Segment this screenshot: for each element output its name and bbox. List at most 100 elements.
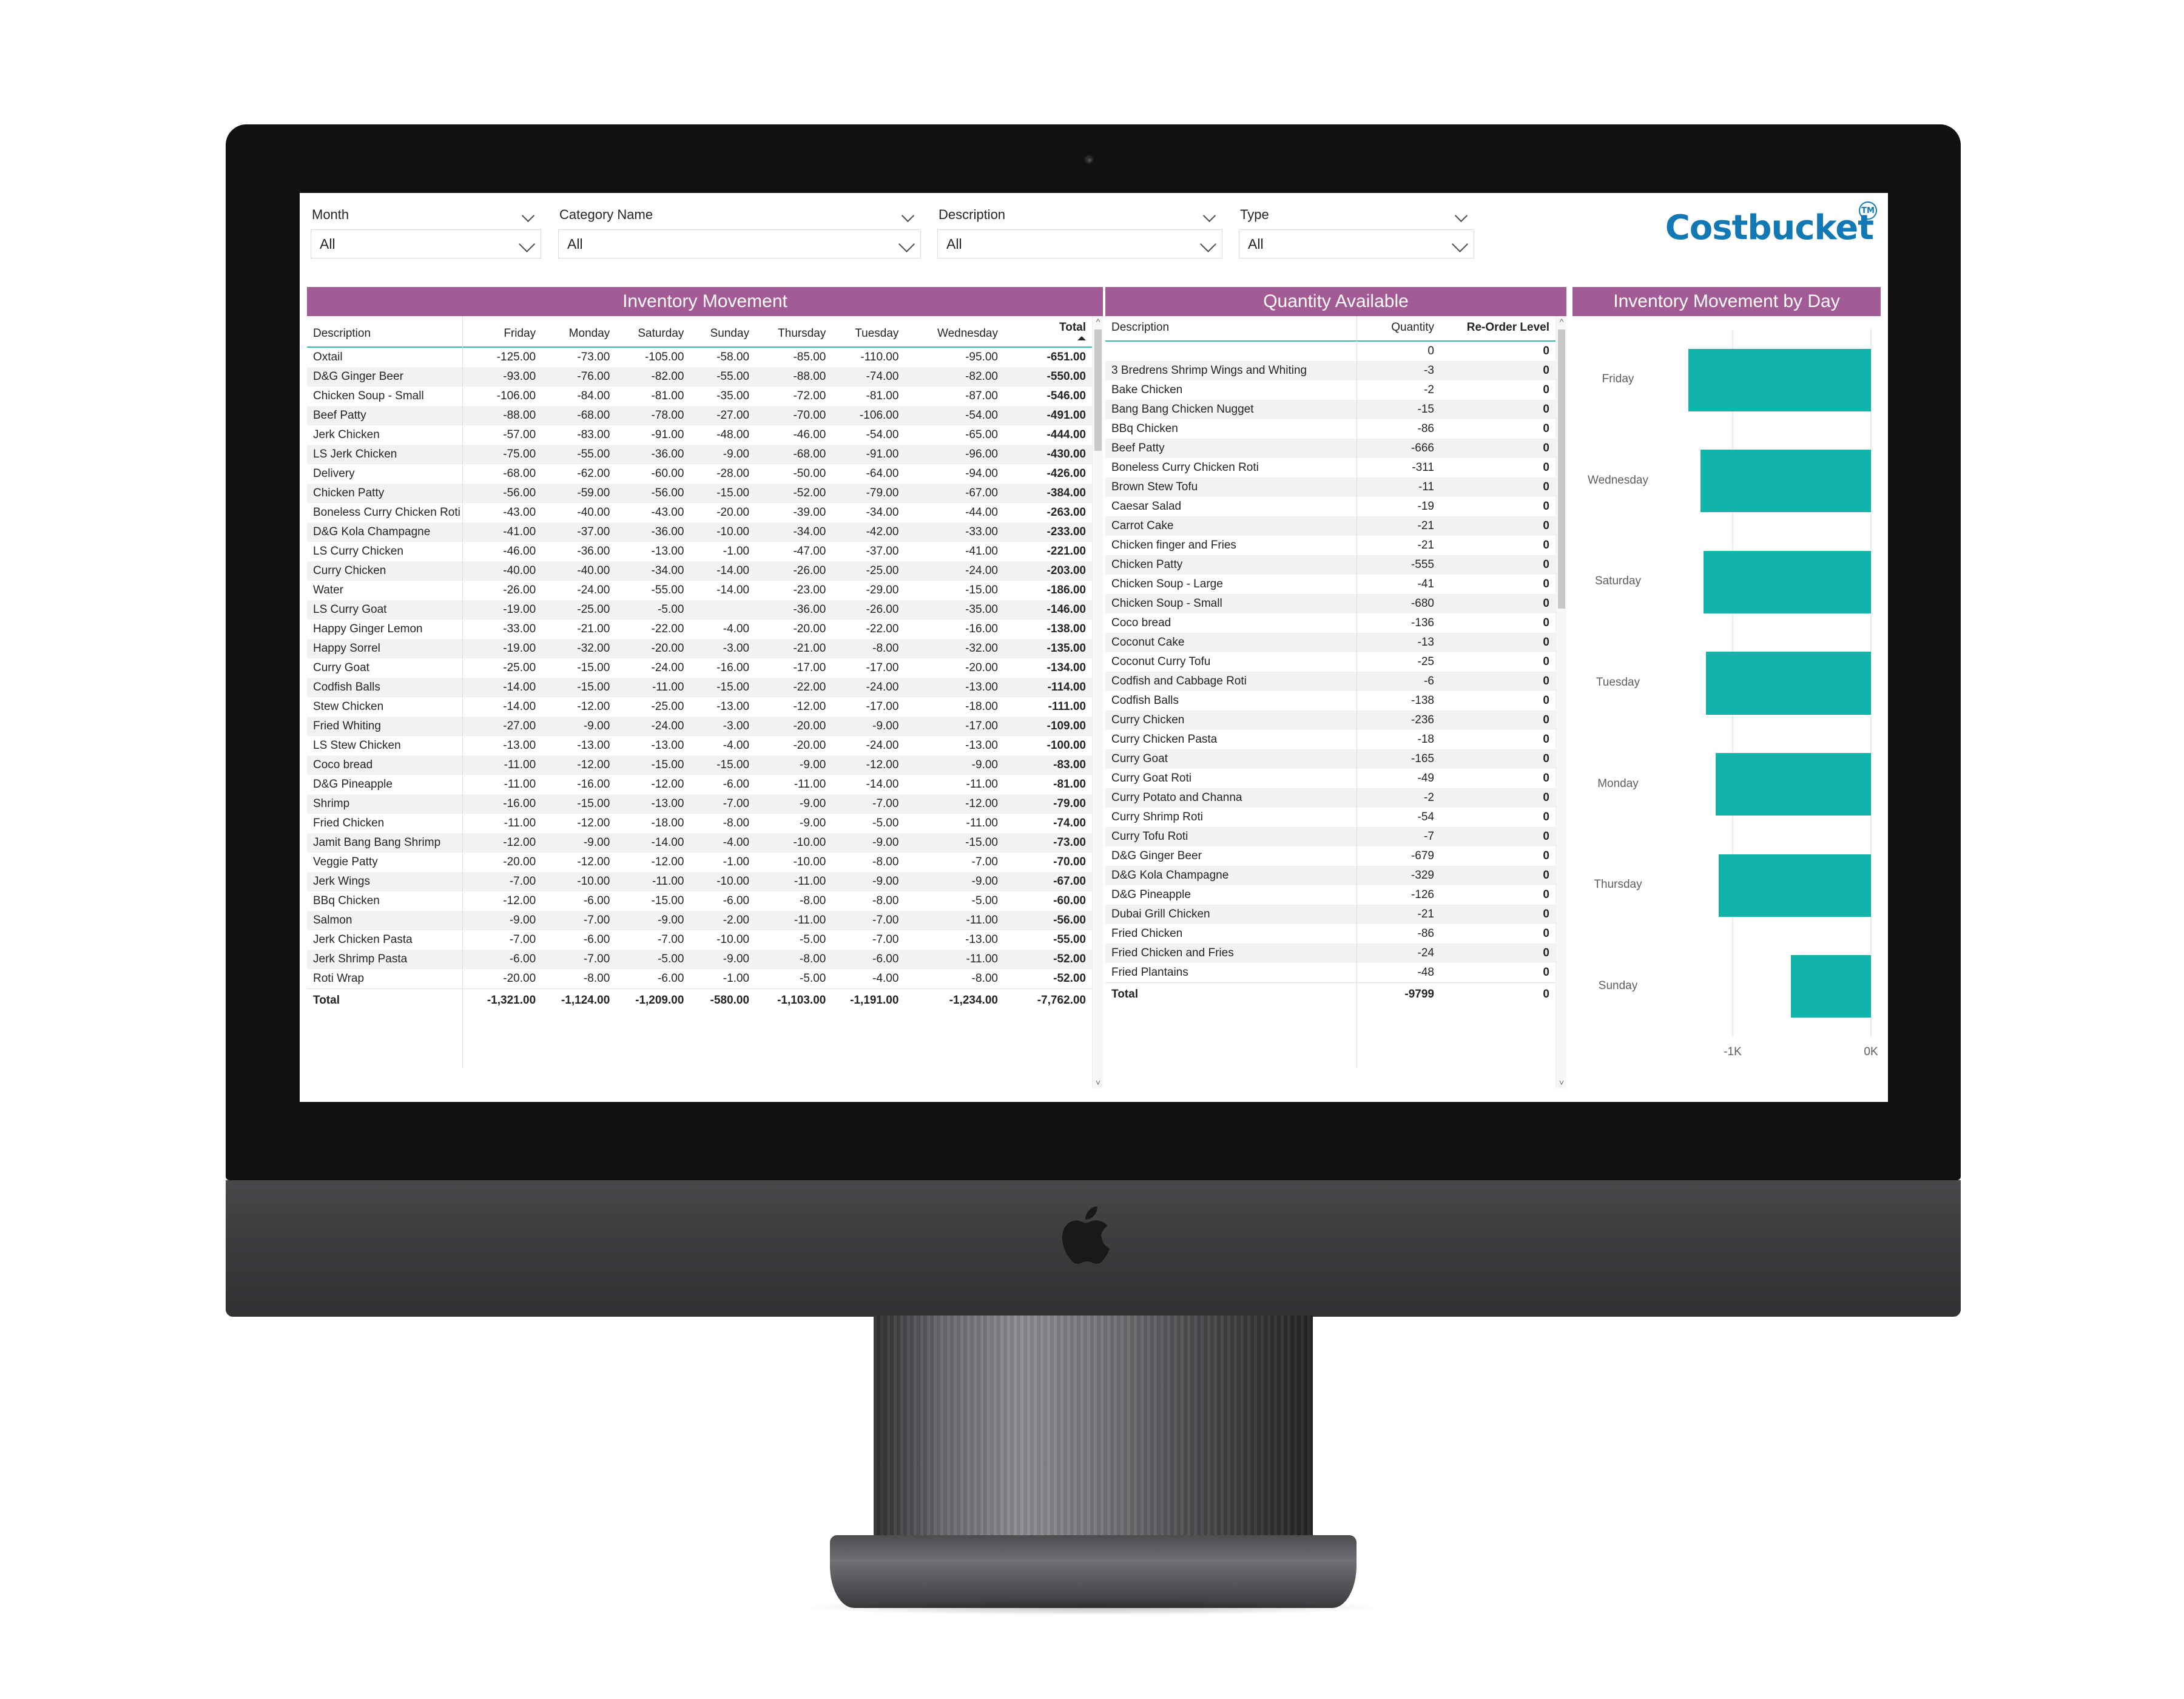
column-header-total[interactable]: Total bbox=[1003, 316, 1092, 348]
slicer-type-header[interactable]: Type bbox=[1239, 204, 1474, 226]
table-row[interactable]: Curry Potato and Channa -2 0 bbox=[1105, 788, 1555, 808]
slicer-type[interactable]: Type All bbox=[1239, 204, 1474, 258]
table-row[interactable]: Fried Whiting -27.00 -9.00 -24.00 -3.00 -20.0… bbox=[307, 717, 1092, 736]
chevron-down-icon[interactable] bbox=[1455, 208, 1468, 221]
table-row[interactable]: Jerk Chicken Pasta -7.00 -6.00 -7.00 -10.00 -… bbox=[307, 930, 1092, 950]
table-row[interactable]: Beef Patty -666 0 bbox=[1105, 439, 1555, 458]
table-row[interactable]: Salmon -9.00 -7.00 -9.00 -2.00 -11.00 -7.00 -11… bbox=[307, 911, 1092, 930]
table-row[interactable]: LS Curry Chicken -46.00 -36.00 -13.00 -1.00 -… bbox=[307, 542, 1092, 561]
table-row[interactable]: Dubai Grill Chicken -21 0 bbox=[1105, 905, 1555, 924]
slicer-month-header[interactable]: Month bbox=[311, 204, 541, 226]
table-row[interactable]: BBq Chicken -12.00 -6.00 -15.00 -6.00 -8.00 -8… bbox=[307, 891, 1092, 911]
chevron-down-icon[interactable] bbox=[900, 237, 913, 251]
quantity-available-table[interactable]: Description Quantity Re-Order Level 003 Br… bbox=[1105, 316, 1555, 1006]
table-row[interactable]: Happy Ginger Lemon -33.00 -21.00 -22.00 -4.0… bbox=[307, 620, 1092, 639]
table-row[interactable]: Jerk Chicken -57.00 -83.00 -91.00 -48.00 -46.… bbox=[307, 425, 1092, 445]
column-header-description[interactable]: Description bbox=[307, 316, 468, 348]
table-row[interactable]: Caesar Salad -19 0 bbox=[1105, 497, 1555, 516]
table-row[interactable]: Stew Chicken -14.00 -12.00 -25.00 -13.00 -12.… bbox=[307, 697, 1092, 717]
table-row[interactable]: Curry Shrimp Roti -54 0 bbox=[1105, 808, 1555, 827]
table-row[interactable]: BBq Chicken -86 0 bbox=[1105, 419, 1555, 439]
table-row[interactable]: Fried Plantains -48 0 bbox=[1105, 963, 1555, 983]
slicer-description[interactable]: Description All bbox=[937, 204, 1222, 258]
slicer-category-name[interactable]: Category Name All bbox=[558, 204, 921, 258]
table-row[interactable]: Curry Tofu Roti -7 0 bbox=[1105, 827, 1555, 846]
slicer-description-dropdown[interactable]: All bbox=[937, 229, 1222, 258]
table-row[interactable]: Curry Goat -165 0 bbox=[1105, 749, 1555, 769]
table-row[interactable]: Chicken Soup - Large -41 0 bbox=[1105, 575, 1555, 594]
table-row[interactable]: Carrot Cake -21 0 bbox=[1105, 516, 1555, 536]
bar-row[interactable]: Sunday bbox=[1572, 955, 1881, 1018]
slicer-category-header[interactable]: Category Name bbox=[558, 204, 921, 226]
table-row[interactable]: Chicken Soup - Small -680 0 bbox=[1105, 594, 1555, 613]
bar-row[interactable]: Wednesday bbox=[1572, 450, 1881, 513]
column-header-quantity[interactable]: Quantity bbox=[1357, 316, 1440, 342]
inventory-movement-table[interactable]: Description Friday Monday Saturday Sunday Thu… bbox=[307, 316, 1092, 1012]
table-body[interactable]: Oxtail -125.00 -73.00 -105.00 -58.00 -85.00 -1… bbox=[307, 347, 1092, 989]
chevron-down-icon[interactable] bbox=[902, 208, 915, 221]
bar-row[interactable]: Thursday bbox=[1572, 854, 1881, 917]
table-row[interactable]: D&G Pineapple -126 0 bbox=[1105, 885, 1555, 905]
table-row[interactable]: Jamit Bang Bang Shrimp -12.00 -9.00 -14.00 -… bbox=[307, 833, 1092, 853]
table-row[interactable]: Chicken Patty -555 0 bbox=[1105, 555, 1555, 575]
slicer-month-dropdown[interactable]: All bbox=[311, 229, 541, 258]
quantity-available-scrollbar[interactable]: ^ ˅ bbox=[1555, 316, 1566, 1088]
table-row[interactable]: D&G Pineapple -11.00 -16.00 -12.00 -6.00 -11.… bbox=[307, 775, 1092, 794]
slicer-description-header[interactable]: Description bbox=[937, 204, 1222, 226]
table-row[interactable]: Curry Goat -25.00 -15.00 -24.00 -16.00 -17.00… bbox=[307, 658, 1092, 678]
bar-saturday[interactable] bbox=[1704, 550, 1871, 614]
scrollbar-thumb[interactable] bbox=[1558, 329, 1565, 609]
table-row[interactable]: Bang Bang Chicken Nugget -15 0 bbox=[1105, 400, 1555, 419]
table-row[interactable]: Chicken Soup - Small -106.00 -84.00 -81.00 -… bbox=[307, 387, 1092, 406]
slicer-month[interactable]: Month All bbox=[311, 204, 541, 258]
table-row[interactable]: 3 Bredrens Shrimp Wings and Whiting -3 0 bbox=[1105, 361, 1555, 380]
scroll-down-icon[interactable]: ˅ bbox=[1556, 1077, 1567, 1088]
column-header-sunday[interactable]: Sunday bbox=[690, 316, 756, 348]
table-row[interactable]: Coco bread -136 0 bbox=[1105, 613, 1555, 633]
scroll-up-icon[interactable]: ^ bbox=[1093, 316, 1104, 327]
table-row[interactable]: Roti Wrap -20.00 -8.00 -6.00 -1.00 -5.00 -4.00… bbox=[307, 969, 1092, 989]
bar-sunday[interactable] bbox=[1790, 955, 1871, 1018]
column-header-monday[interactable]: Monday bbox=[542, 316, 616, 348]
column-header-saturday[interactable]: Saturday bbox=[616, 316, 690, 348]
column-header-tuesday[interactable]: Tuesday bbox=[832, 316, 905, 348]
table-body[interactable]: 003 Bredrens Shrimp Wings and Whiting -3 0… bbox=[1105, 341, 1555, 983]
table-row[interactable]: Chicken finger and Fries -21 0 bbox=[1105, 536, 1555, 555]
inventory-movement-table-scroll[interactable]: Description Friday Monday Saturday Sunday Thu… bbox=[307, 316, 1092, 1088]
scroll-down-icon[interactable]: ˅ bbox=[1093, 1077, 1104, 1088]
table-row[interactable]: D&G Ginger Beer -93.00 -76.00 -82.00 -55.00 -… bbox=[307, 367, 1092, 387]
quantity-available-table-scroll[interactable]: Description Quantity Re-Order Level 003 Br… bbox=[1105, 316, 1555, 1088]
chevron-down-icon[interactable] bbox=[1201, 237, 1215, 251]
bar-wednesday[interactable] bbox=[1700, 450, 1871, 513]
chevron-down-icon[interactable] bbox=[522, 208, 535, 221]
inventory-movement-scrollbar[interactable]: ^ ˅ bbox=[1092, 316, 1103, 1088]
table-row[interactable]: Codfish Balls -138 0 bbox=[1105, 691, 1555, 711]
table-row[interactable]: Fried Chicken -86 0 bbox=[1105, 924, 1555, 944]
bar-tuesday[interactable] bbox=[1706, 652, 1871, 715]
table-row[interactable]: Curry Goat Roti -49 0 bbox=[1105, 769, 1555, 788]
table-row[interactable]: Fried Chicken and Fries -24 0 bbox=[1105, 944, 1555, 963]
table-row[interactable]: Jerk Shrimp Pasta -6.00 -7.00 -5.00 -9.00 -8.… bbox=[307, 950, 1092, 969]
bar-monday[interactable] bbox=[1715, 752, 1871, 816]
table-row[interactable]: Water -26.00 -24.00 -55.00 -14.00 -23.00 -29.0… bbox=[307, 581, 1092, 600]
table-row[interactable]: Codfish and Cabbage Roti -6 0 bbox=[1105, 672, 1555, 691]
table-row[interactable]: LS Curry Goat -19.00 -25.00 -5.00 -36.00 -26.… bbox=[307, 600, 1092, 620]
table-row[interactable]: Curry Chicken Pasta -18 0 bbox=[1105, 730, 1555, 749]
column-header-wednesday[interactable]: Wednesday bbox=[905, 316, 1004, 348]
table-row[interactable]: Delivery -68.00 -62.00 -60.00 -28.00 -50.00 -6… bbox=[307, 464, 1092, 484]
table-row[interactable]: Veggie Patty -20.00 -12.00 -12.00 -1.00 -10.0… bbox=[307, 853, 1092, 872]
scrollbar-thumb[interactable] bbox=[1094, 329, 1102, 451]
slicer-type-dropdown[interactable]: All bbox=[1239, 229, 1474, 258]
table-row[interactable]: Curry Chicken -40.00 -40.00 -34.00 -14.00 -26… bbox=[307, 561, 1092, 581]
table-row[interactable]: LS Jerk Chicken -75.00 -55.00 -36.00 -9.00 -6… bbox=[307, 445, 1092, 464]
table-row[interactable]: D&G Kola Champagne -41.00 -37.00 -36.00 -10.… bbox=[307, 522, 1092, 542]
chevron-down-icon[interactable] bbox=[1203, 208, 1216, 221]
table-row[interactable]: Boneless Curry Chicken Roti -311 0 bbox=[1105, 458, 1555, 478]
table-row[interactable]: Boneless Curry Chicken Roti -43.00 -40.00 -… bbox=[307, 503, 1092, 522]
chevron-down-icon[interactable] bbox=[520, 237, 533, 251]
bar-chart[interactable]: -1K 0K Friday Wednesday Saturday Tuesday Monda… bbox=[1572, 316, 1881, 1079]
bar-row[interactable]: Saturday bbox=[1572, 550, 1881, 614]
bar-thursday[interactable] bbox=[1718, 854, 1871, 917]
table-row[interactable]: 00 bbox=[1105, 341, 1555, 361]
table-row[interactable]: Coco bread -11.00 -12.00 -15.00 -15.00 -9.00 -… bbox=[307, 755, 1092, 775]
